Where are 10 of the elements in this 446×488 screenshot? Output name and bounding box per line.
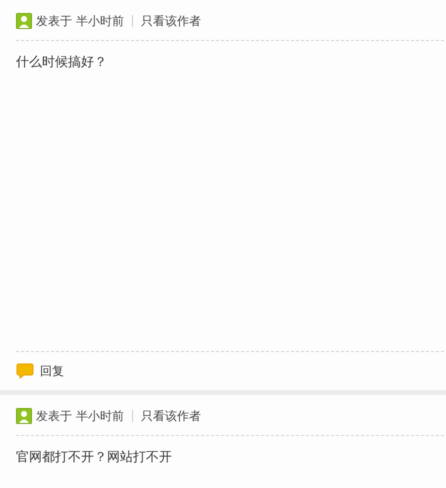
reply-link[interactable]: 回复 <box>40 362 64 380</box>
user-icon <box>16 13 32 29</box>
user-icon <box>16 408 32 424</box>
author-only-link[interactable]: 只看该作者 <box>140 408 201 424</box>
post-body: 官网都打不开？网站打不开 <box>16 449 173 466</box>
speech-bubble-icon <box>16 363 34 379</box>
post-time: 发表于 半小时前 <box>36 12 124 30</box>
post-body: 什么时候搞好？ <box>16 54 108 71</box>
post-time: 发表于 半小时前 <box>36 408 124 424</box>
author-only-link[interactable]: 只看该作者 <box>140 12 201 30</box>
